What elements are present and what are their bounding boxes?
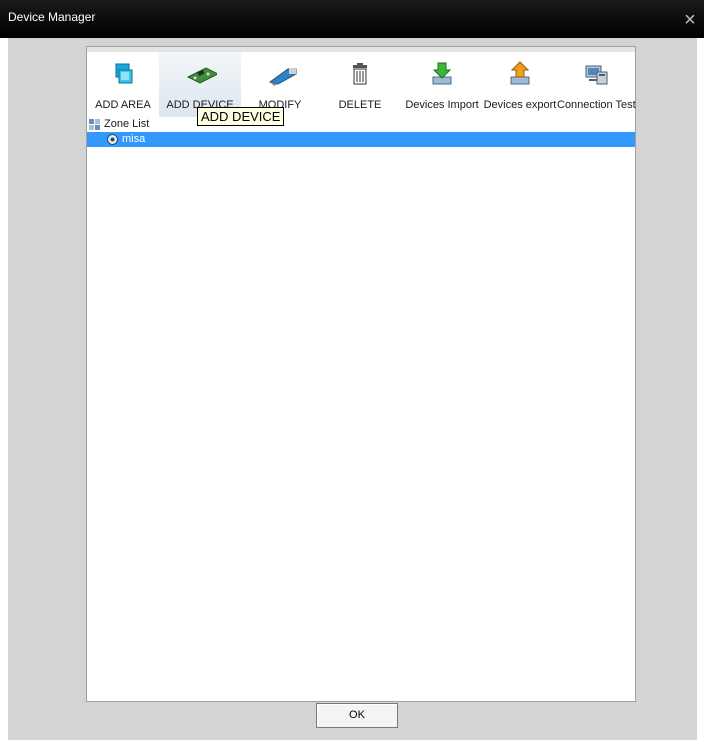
delete-label: DELETE xyxy=(338,99,382,111)
connection-test-label: Connection Test xyxy=(557,99,636,111)
dialog-body: ADD AREA ADD DEVICE MODIFY DELETE Device… xyxy=(8,38,697,740)
zone-tree: Zone List misa xyxy=(87,117,635,147)
add-device-tooltip: ADD DEVICE xyxy=(197,107,285,126)
zone-item-icon xyxy=(107,134,118,145)
add-area-label: ADD AREA xyxy=(95,99,151,111)
tree-item-label: misa xyxy=(122,133,146,145)
area-icon xyxy=(115,63,133,84)
connection-test-icon xyxy=(585,65,608,85)
ok-button[interactable]: OK xyxy=(316,703,398,728)
tree-root-zone-list[interactable]: Zone List xyxy=(87,117,635,132)
delete-button[interactable]: DELETE xyxy=(319,52,401,117)
device-board-icon xyxy=(186,67,217,84)
devices-export-button[interactable]: Devices export xyxy=(483,52,557,117)
zone-list-icon xyxy=(89,119,100,130)
close-icon[interactable]: × xyxy=(680,10,700,30)
device-manager-window: Device Manager × ADD AREA ADD DEVICE MOD… xyxy=(0,0,704,751)
devices-export-label: Devices export xyxy=(483,99,557,111)
trash-icon xyxy=(353,63,367,85)
devices-import-button[interactable]: Devices Import xyxy=(401,52,483,117)
add-area-button[interactable]: ADD AREA xyxy=(87,52,159,117)
window-title: Device Manager xyxy=(8,10,96,24)
tree-item-misa[interactable]: misa xyxy=(87,132,635,147)
connection-test-button[interactable]: Connection Test xyxy=(557,52,636,117)
title-bar[interactable]: Device Manager × xyxy=(0,0,704,38)
export-icon xyxy=(510,61,530,85)
devices-import-label: Devices Import xyxy=(405,99,479,111)
pen-icon xyxy=(268,68,297,86)
device-panel: ADD AREA ADD DEVICE MODIFY DELETE Device… xyxy=(86,46,636,702)
toolbar: ADD AREA ADD DEVICE MODIFY DELETE Device… xyxy=(87,47,636,117)
tree-root-label: Zone List xyxy=(104,118,150,130)
import-icon xyxy=(432,62,452,85)
